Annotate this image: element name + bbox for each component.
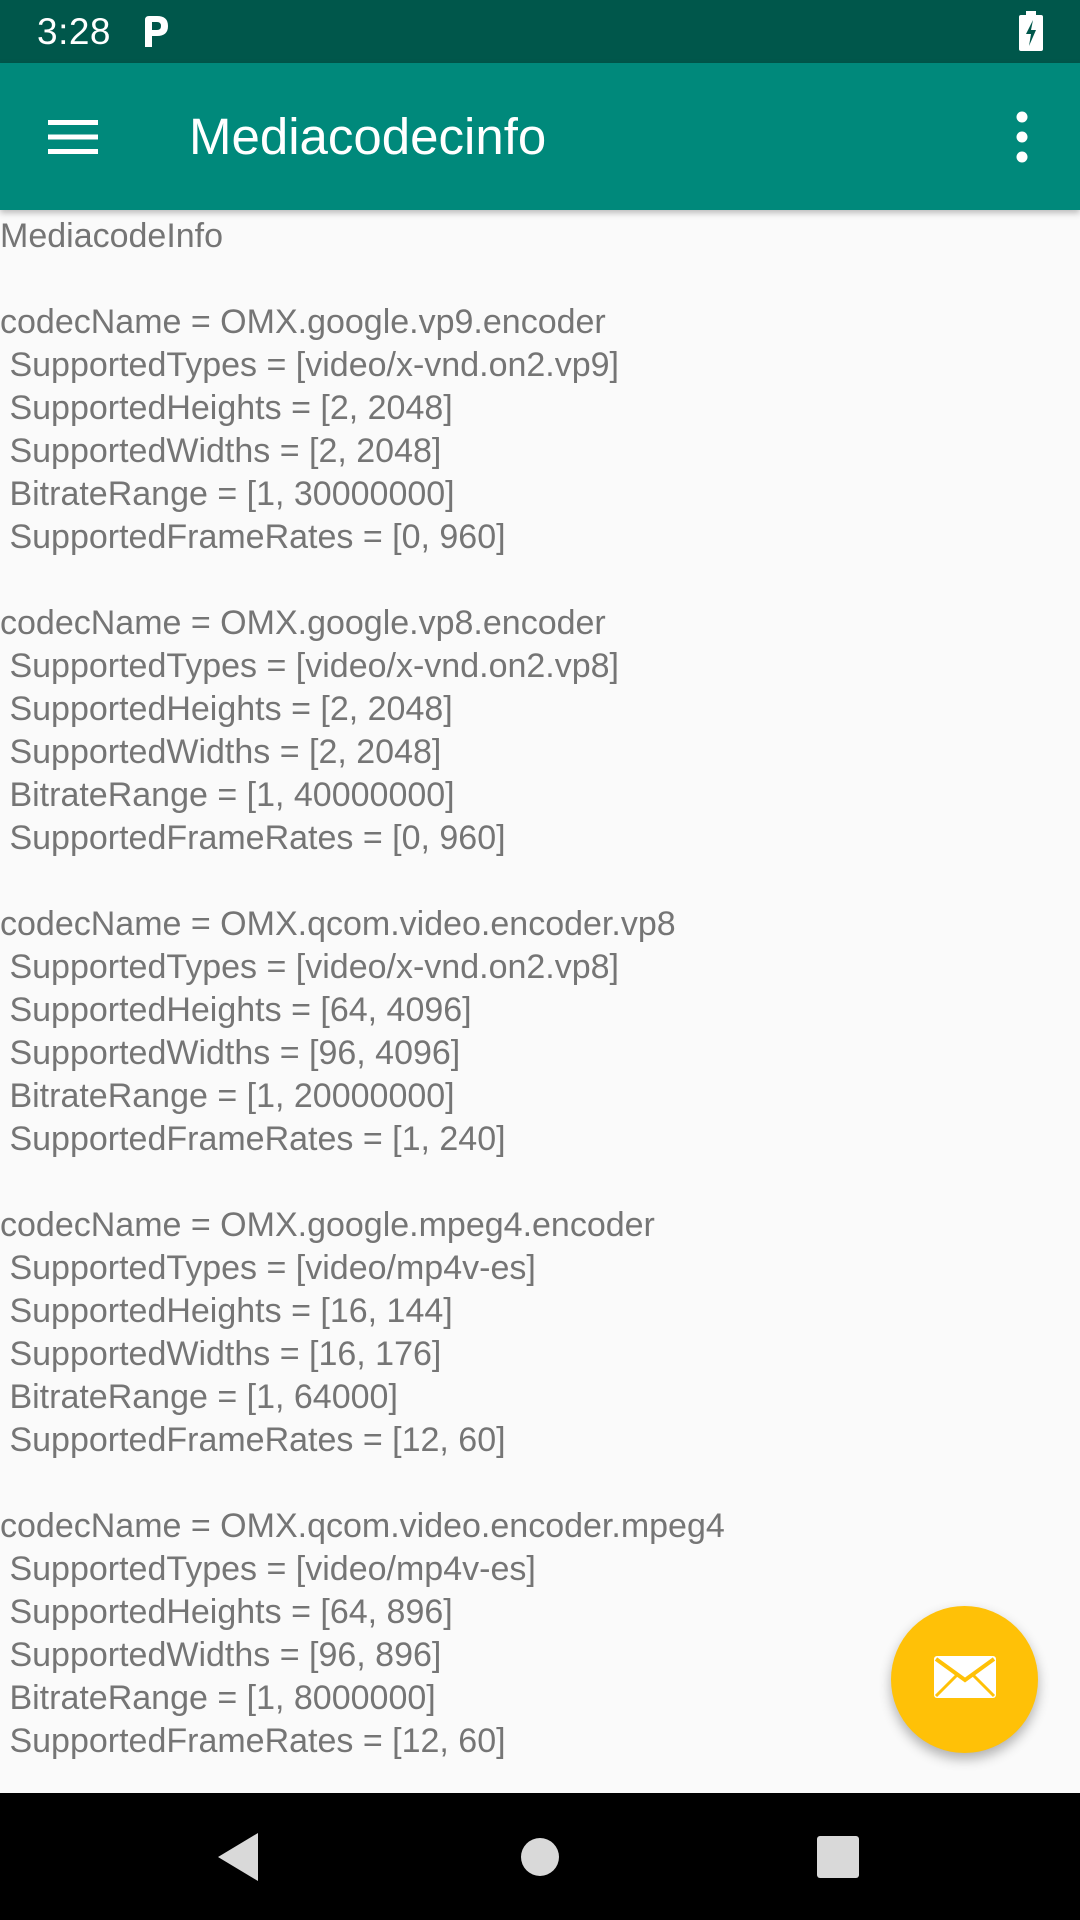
supported-types: SupportedTypes = [video/x-vnd.on2.vp8] xyxy=(0,948,620,986)
supported-frame-rates: SupportedFrameRates = [0, 960] xyxy=(0,518,506,556)
supported-types: SupportedTypes = [video/x-vnd.on2.vp8] xyxy=(0,647,620,685)
supported-types: SupportedTypes = [video/mp4v-es] xyxy=(0,1249,536,1287)
supported-frame-rates: SupportedFrameRates = [0, 960] xyxy=(0,819,506,857)
supported-frame-rates: SupportedFrameRates = [12, 60] xyxy=(0,1421,506,1459)
status-time: 3:28 xyxy=(37,11,112,52)
supported-types: SupportedTypes = [video/x-vnd.on2.vp9] xyxy=(0,346,620,384)
codec-block: codecName = OMX.google.vp9.encoder Suppo… xyxy=(0,301,1080,559)
supported-types: SupportedTypes = [video/mp4v-es] xyxy=(0,1550,536,1588)
battery-charging-icon xyxy=(1018,11,1044,51)
codec-info-text: MediacodeInfo codecName = OMX.google.vp9… xyxy=(0,210,1080,1793)
supported-heights: SupportedHeights = [64, 4096] xyxy=(0,991,472,1029)
status-bar: 3:28 xyxy=(0,0,1080,63)
navigation-bar xyxy=(0,1793,1080,1920)
supported-frame-rates: SupportedFrameRates = [1, 240] xyxy=(0,1120,506,1158)
supported-widths: SupportedWidths = [96, 4096] xyxy=(0,1034,461,1072)
codec-block: codecName = OMX.google.vp8.encoder Suppo… xyxy=(0,602,1080,860)
codec-name: codecName = OMX.qcom.video.encoder.mpeg4 xyxy=(0,1507,725,1545)
email-fab-button[interactable] xyxy=(891,1606,1038,1753)
codec-name: codecName = OMX.google.vp9.encoder xyxy=(0,303,606,341)
codec-block: codecName = OMX.qcom.video.encoder.vp8 S… xyxy=(0,903,1080,1161)
codec-block: codecName = OMX.google.mpeg4.encoder Sup… xyxy=(0,1204,1080,1462)
codec-name: codecName = OMX.google.vp8.encoder xyxy=(0,604,606,642)
overflow-menu-icon[interactable] xyxy=(1006,109,1038,165)
parking-icon xyxy=(141,14,171,48)
home-icon[interactable] xyxy=(504,1821,576,1893)
back-icon[interactable] xyxy=(204,1821,276,1893)
content-header: MediacodeInfo xyxy=(0,217,224,255)
app-bar: Mediacodecinfo xyxy=(0,63,1080,210)
supported-widths: SupportedWidths = [2, 2048] xyxy=(0,733,442,771)
recents-icon[interactable] xyxy=(802,1821,874,1893)
supported-heights: SupportedHeights = [16, 144] xyxy=(0,1292,453,1330)
supported-heights: SupportedHeights = [2, 2048] xyxy=(0,389,453,427)
codec-name: codecName = OMX.google.mpeg4.encoder xyxy=(0,1206,655,1244)
bitrate-range: BitrateRange = [1, 30000000] xyxy=(0,475,455,513)
bitrate-range: BitrateRange = [1, 64000] xyxy=(0,1378,398,1416)
app-title: Mediacodecinfo xyxy=(189,108,547,165)
supported-widths: SupportedWidths = [2, 2048] xyxy=(0,432,442,470)
supported-widths: SupportedWidths = [16, 176] xyxy=(0,1335,442,1373)
supported-heights: SupportedHeights = [2, 2048] xyxy=(0,690,453,728)
mail-icon xyxy=(932,1654,998,1705)
bitrate-range: BitrateRange = [1, 40000000] xyxy=(0,776,455,814)
codec-name: codecName = OMX.qcom.video.encoder.vp8 xyxy=(0,905,676,943)
hamburger-menu-icon[interactable] xyxy=(44,113,102,161)
bitrate-range: BitrateRange = [1, 20000000] xyxy=(0,1077,455,1115)
